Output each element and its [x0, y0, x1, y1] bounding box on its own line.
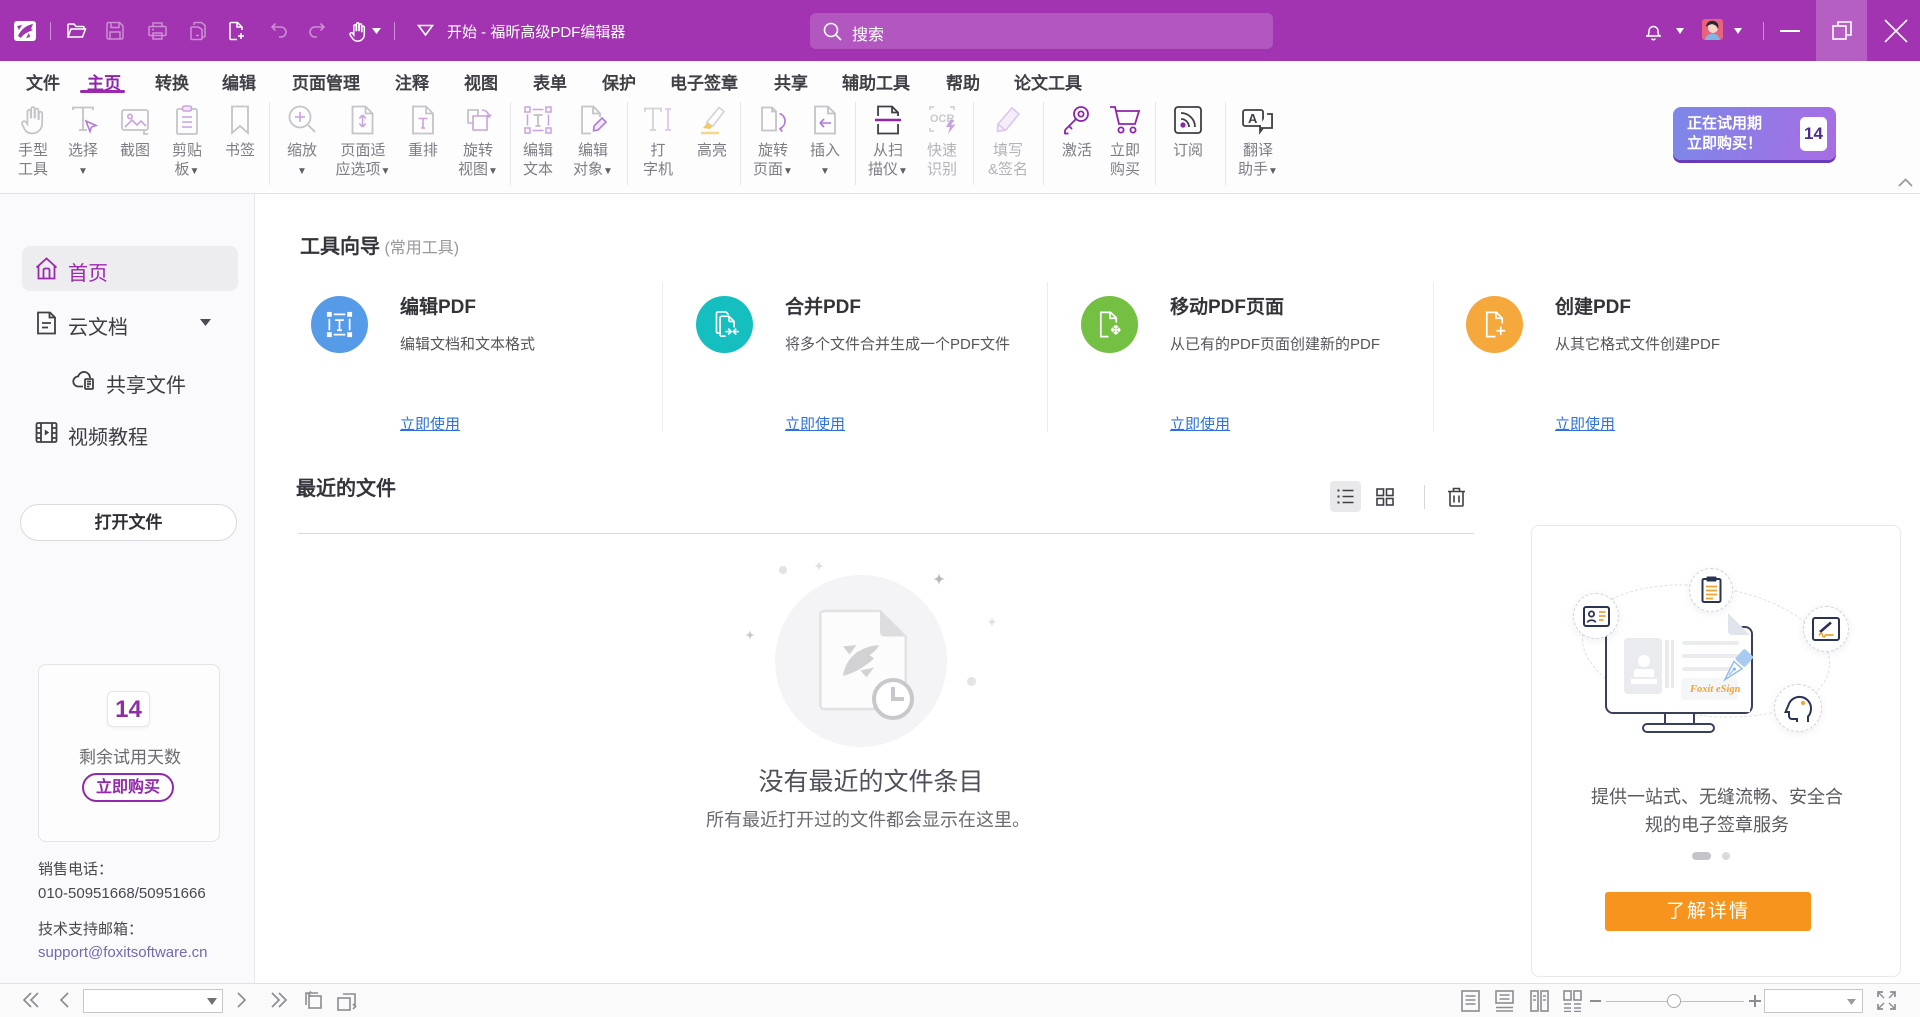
svg-text:A: A — [1248, 111, 1258, 126]
